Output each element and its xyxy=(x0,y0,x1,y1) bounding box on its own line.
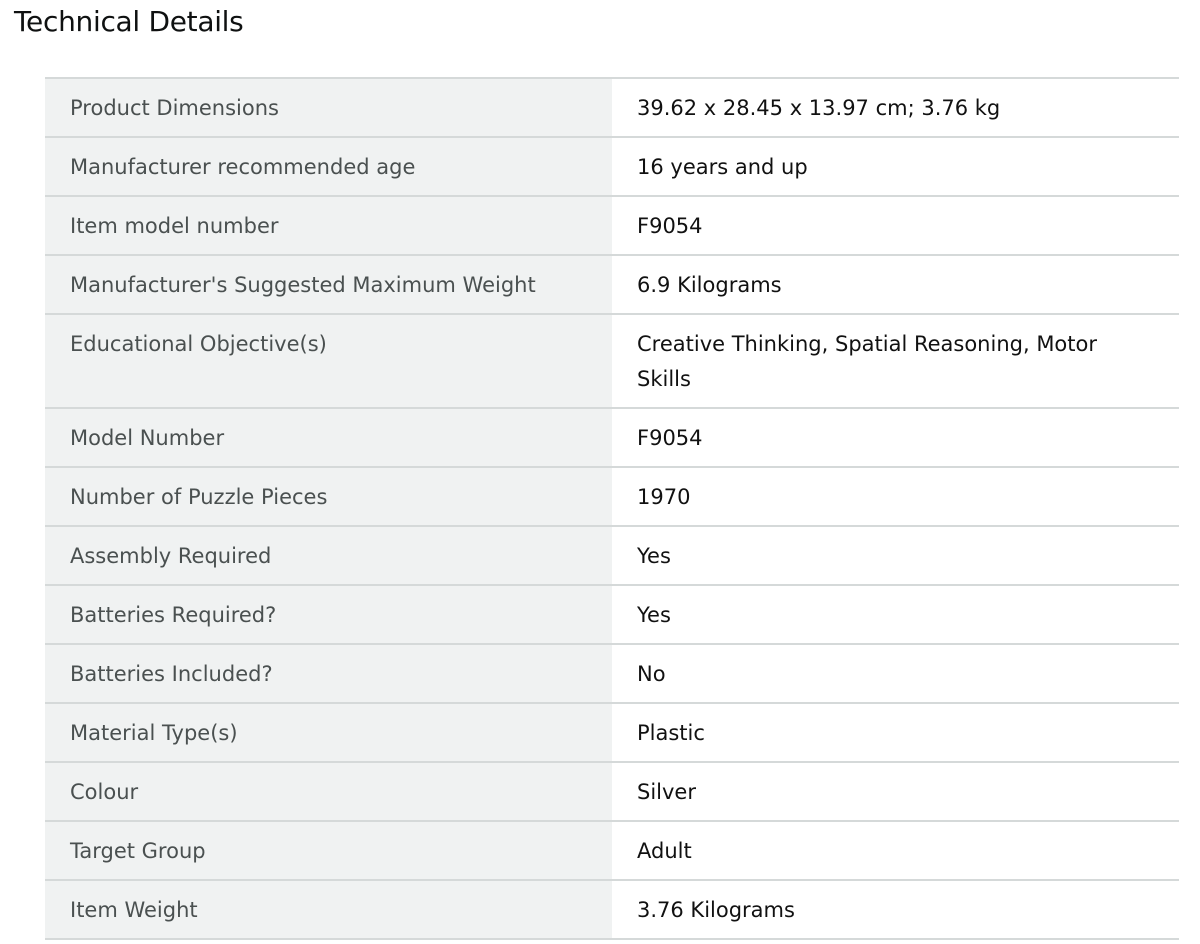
section-title: Technical Details xyxy=(14,5,244,38)
row-label: Manufacturer's Suggested Maximum Weight xyxy=(45,255,612,314)
row-label: Manufacturer recommended age xyxy=(45,137,612,196)
table-row: Target Group Adult xyxy=(45,821,1179,880)
technical-details-table: Product Dimensions 39.62 x 28.45 x 13.97… xyxy=(45,77,1179,940)
row-label: Model Number xyxy=(45,408,612,467)
row-label: Target Group xyxy=(45,821,612,880)
row-value: 6.9 Kilograms xyxy=(612,255,1179,314)
table-row: Batteries Included? No xyxy=(45,644,1179,703)
row-value: Yes xyxy=(612,585,1179,644)
row-label: Item Weight xyxy=(45,880,612,939)
table-row: Item Weight 3.76 Kilograms xyxy=(45,880,1179,939)
table-row: Educational Objective(s) Creative Thinki… xyxy=(45,314,1179,408)
row-value: No xyxy=(612,644,1179,703)
table-row: Item model number F9054 xyxy=(45,196,1179,255)
row-label: Item model number xyxy=(45,196,612,255)
row-label: Batteries Required? xyxy=(45,585,612,644)
table-row: Manufacturer's Suggested Maximum Weight … xyxy=(45,255,1179,314)
row-value: F9054 xyxy=(612,196,1179,255)
row-label: Colour xyxy=(45,762,612,821)
row-label: Educational Objective(s) xyxy=(45,314,612,408)
row-value: F9054 xyxy=(612,408,1179,467)
row-label: Product Dimensions xyxy=(45,78,612,137)
row-value: Adult xyxy=(612,821,1179,880)
row-value: Creative Thinking, Spatial Reasoning, Mo… xyxy=(612,314,1179,408)
table-row: Manufacturer recommended age 16 years an… xyxy=(45,137,1179,196)
table-row: Assembly Required Yes xyxy=(45,526,1179,585)
row-value: 39.62 x 28.45 x 13.97 cm; 3.76 kg xyxy=(612,78,1179,137)
table-row: Material Type(s) Plastic xyxy=(45,703,1179,762)
table-row: Product Dimensions 39.62 x 28.45 x 13.97… xyxy=(45,78,1179,137)
table-row: Batteries Required? Yes xyxy=(45,585,1179,644)
row-label: Batteries Included? xyxy=(45,644,612,703)
row-label: Number of Puzzle Pieces xyxy=(45,467,612,526)
row-value: Plastic xyxy=(612,703,1179,762)
row-value: 16 years and up xyxy=(612,137,1179,196)
table-row: Model Number F9054 xyxy=(45,408,1179,467)
row-label: Assembly Required xyxy=(45,526,612,585)
row-value: Yes xyxy=(612,526,1179,585)
table-row: Number of Puzzle Pieces 1970 xyxy=(45,467,1179,526)
row-label: Material Type(s) xyxy=(45,703,612,762)
table-row: Colour Silver xyxy=(45,762,1179,821)
row-value: 1970 xyxy=(612,467,1179,526)
row-value: 3.76 Kilograms xyxy=(612,880,1179,939)
row-value: Silver xyxy=(612,762,1179,821)
